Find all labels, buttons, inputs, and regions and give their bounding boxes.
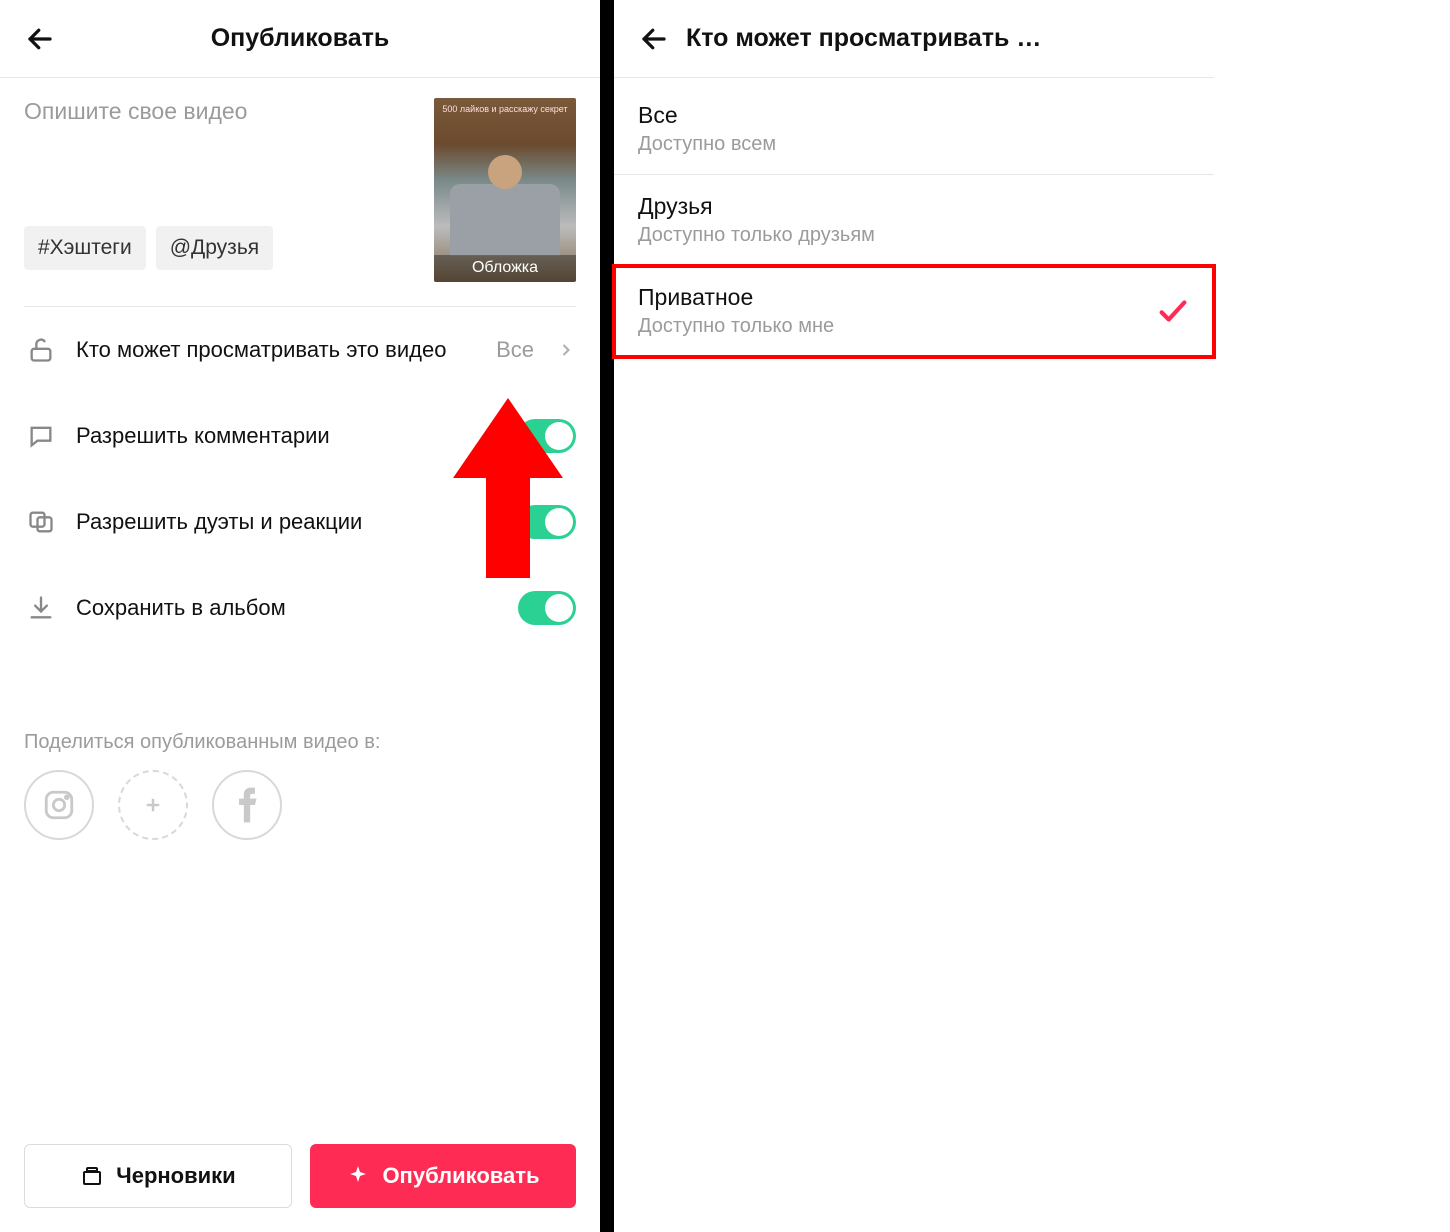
- save-toggle[interactable]: [518, 591, 576, 625]
- unlock-icon: [24, 333, 58, 367]
- facebook-icon: [236, 786, 258, 824]
- instagram-icon: [42, 788, 76, 822]
- arrow-left-icon: [25, 24, 55, 54]
- option-title: Друзья: [638, 193, 1190, 220]
- duet-label: Разрешить дуэты и реакции: [76, 508, 500, 536]
- sparkle-icon: [346, 1164, 370, 1188]
- page-title-right: Кто может просматривать …: [686, 24, 1041, 53]
- thumb-body-shape: [450, 184, 560, 256]
- duet-toggle[interactable]: [518, 505, 576, 539]
- friends-chip[interactable]: @Друзья: [156, 226, 273, 270]
- option-subtitle: Доступно только друзьям: [638, 224, 1190, 247]
- arrow-left-icon: [639, 24, 669, 54]
- comments-label: Разрешить комментарии: [76, 422, 500, 450]
- privacy-label: Кто может просматривать это видео: [76, 336, 478, 364]
- publish-button[interactable]: Опубликовать: [310, 1144, 576, 1208]
- comments-row: Разрешить комментарии: [24, 393, 576, 479]
- share-label: Поделиться опубликованным видео в:: [24, 731, 576, 754]
- pane-divider: [600, 0, 614, 1232]
- share-section: Поделиться опубликованным видео в:: [0, 731, 600, 840]
- drafts-icon: [80, 1164, 104, 1188]
- save-row: Сохранить в альбом: [24, 565, 576, 651]
- compose-area: Опишите свое видео #Хэштеги @Друзья 500 …: [0, 78, 600, 307]
- check-icon: [1156, 294, 1190, 328]
- download-icon: [24, 591, 58, 625]
- option-everyone[interactable]: Все Доступно всем: [614, 84, 1214, 175]
- header-right: Кто может просматривать …: [614, 0, 1214, 78]
- plus-circle-icon: [138, 790, 168, 820]
- option-private[interactable]: Приватное Доступно только мне: [614, 266, 1214, 357]
- save-label: Сохранить в альбом: [76, 594, 500, 622]
- drafts-button[interactable]: Черновики: [24, 1144, 292, 1208]
- option-title: Приватное: [638, 284, 1156, 311]
- thumb-head-shape: [488, 155, 522, 189]
- cover-label: Обложка: [434, 255, 576, 282]
- comments-toggle[interactable]: [518, 419, 576, 453]
- back-button[interactable]: [20, 19, 60, 59]
- option-subtitle: Доступно всем: [638, 133, 1190, 156]
- hashtag-chip[interactable]: #Хэштеги: [24, 226, 146, 270]
- back-button-right[interactable]: [634, 19, 674, 59]
- share-facebook[interactable]: [212, 770, 282, 840]
- option-friends[interactable]: Друзья Доступно только друзьям: [614, 175, 1214, 266]
- chevron-right-icon: [556, 340, 576, 360]
- thumb-top-caption: 500 лайков и расскажу секрет: [434, 104, 576, 114]
- share-instagram[interactable]: [24, 770, 94, 840]
- publish-label: Опубликовать: [382, 1163, 539, 1189]
- drafts-label: Черновики: [116, 1163, 235, 1189]
- duet-row: Разрешить дуэты и реакции: [24, 479, 576, 565]
- privacy-row[interactable]: Кто может просматривать это видео Все: [24, 307, 576, 393]
- description-input[interactable]: Опишите свое видео: [24, 98, 420, 218]
- option-subtitle: Доступно только мне: [638, 315, 1156, 338]
- duet-icon: [24, 505, 58, 539]
- option-title: Все: [638, 102, 1190, 129]
- share-stories[interactable]: [118, 770, 188, 840]
- comment-icon: [24, 419, 58, 453]
- page-title: Опубликовать: [60, 24, 540, 53]
- publish-settings: Кто может просматривать это видео Все Ра…: [0, 307, 600, 651]
- video-thumbnail[interactable]: 500 лайков и расскажу секрет Обложка: [434, 98, 576, 282]
- privacy-value: Все: [496, 337, 534, 363]
- header-left: Опубликовать: [0, 0, 600, 78]
